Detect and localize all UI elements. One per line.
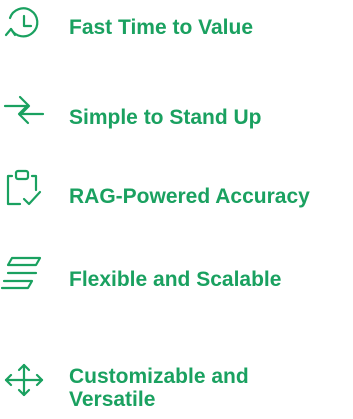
stacked-layers-icon: [0, 253, 48, 293]
feature-label: Simple to Stand Up: [69, 106, 262, 129]
feature-label: Flexible and Scalable: [69, 268, 282, 291]
clipboard-check-icon: [0, 168, 48, 208]
clock-icon: [0, 4, 48, 44]
feature-label: Customizable and Versatile: [69, 365, 249, 411]
move-arrows-icon: [0, 360, 48, 400]
feature-label: RAG-Powered Accuracy: [69, 185, 310, 208]
feature-label: Fast Time to Value: [69, 16, 254, 39]
opposing-arrows-icon: [0, 90, 48, 130]
